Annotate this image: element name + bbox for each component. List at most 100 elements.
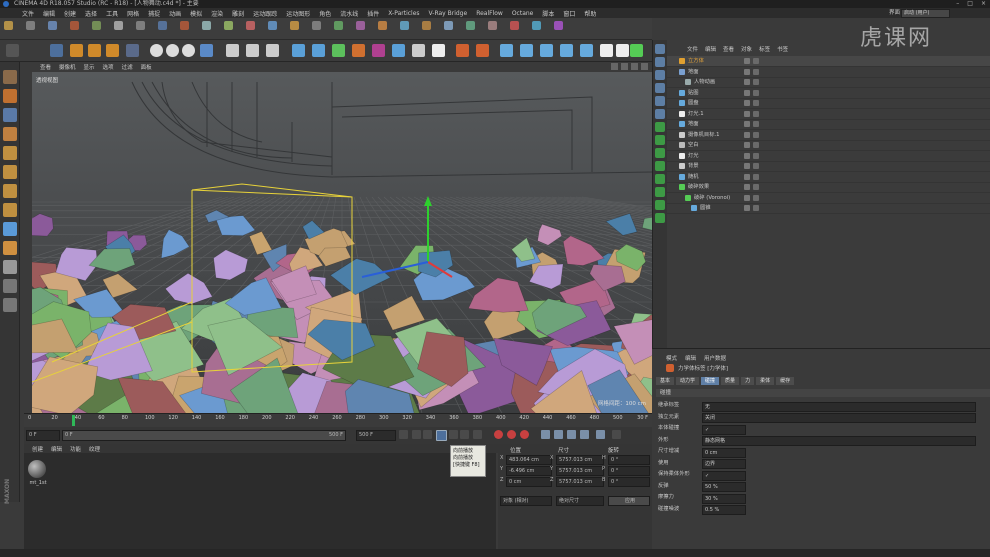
object-row[interactable]: 随机: [667, 172, 990, 183]
object-menu-item[interactable]: 书签: [777, 45, 788, 53]
heart-icon[interactable]: [600, 44, 613, 57]
toolbar-icon[interactable]: [356, 21, 365, 30]
x-axis-icon[interactable]: [150, 44, 163, 57]
key-param-button[interactable]: [580, 430, 589, 439]
goto-start-button[interactable]: [399, 430, 408, 439]
attribute-tab[interactable]: 缓存: [776, 377, 795, 385]
attributes-tab-icon[interactable]: [655, 96, 665, 106]
object-row[interactable]: 背景: [667, 161, 990, 172]
key-scale-button[interactable]: [567, 430, 576, 439]
rotate-icon[interactable]: [106, 44, 119, 57]
menu-item[interactable]: Octane: [512, 10, 534, 17]
menu-item[interactable]: 捕捉: [148, 9, 160, 18]
material-menu-item[interactable]: 编辑: [51, 445, 62, 453]
enable-toggle[interactable]: [753, 110, 759, 117]
menu-item[interactable]: 动画: [169, 9, 181, 18]
edges-mode-icon[interactable]: [3, 165, 17, 179]
pen-icon[interactable]: [312, 44, 325, 57]
object-row[interactable]: 灯光.1: [667, 109, 990, 120]
attribute-tab[interactable]: 动力学: [676, 377, 700, 385]
object-row[interactable]: 破碎 (Voronoi): [667, 193, 990, 204]
enable-toggle[interactable]: [753, 152, 759, 159]
start-frame-field[interactable]: 0 F: [26, 430, 60, 441]
enable-toggle[interactable]: [753, 79, 759, 85]
attribute-tab[interactable]: 力: [741, 377, 755, 385]
menu-item[interactable]: X-Particles: [388, 10, 419, 17]
menu-item[interactable]: 工具: [106, 9, 118, 18]
attribute-field-value[interactable]: ✓: [702, 470, 746, 481]
toolbar-icon[interactable]: [158, 21, 167, 30]
object-row[interactable]: 破碎效果: [667, 182, 990, 193]
layers-tab-icon[interactable]: [655, 83, 665, 93]
enable-toggle[interactable]: [753, 121, 759, 127]
menu-item[interactable]: 窗口: [563, 9, 575, 18]
goto-end-button[interactable]: [473, 430, 482, 439]
layout-select[interactable]: 启动 (用户): [901, 9, 950, 18]
minimize-button[interactable]: –: [956, 0, 959, 8]
rotate-view-icon[interactable]: [631, 63, 638, 70]
visibility-toggle[interactable]: [744, 68, 750, 75]
visibility-toggle[interactable]: [744, 58, 750, 64]
toolbar-icon[interactable]: [224, 21, 233, 30]
toolbar-icon[interactable]: [92, 21, 101, 30]
visibility-toggle[interactable]: [744, 152, 750, 159]
toolbar-icon[interactable]: [70, 21, 79, 30]
attribute-menu-item[interactable]: 编辑: [685, 354, 696, 362]
menu-item[interactable]: 模拟: [190, 9, 202, 18]
y-axis-icon[interactable]: [166, 44, 179, 57]
next-frame-button[interactable]: [449, 430, 458, 439]
object-row[interactable]: 圆锥: [667, 203, 990, 214]
enable-toggle[interactable]: [753, 194, 759, 201]
key-position-button[interactable]: [541, 430, 550, 439]
object-menu-item[interactable]: 编辑: [705, 45, 716, 53]
toolbar-icon[interactable]: [4, 21, 13, 30]
toolbar-icon[interactable]: [422, 21, 431, 30]
attribute-tab[interactable]: 基本: [656, 377, 675, 385]
render-settings-icon[interactable]: [266, 44, 279, 57]
toolbar-icon[interactable]: [488, 21, 497, 30]
toggle-view-icon[interactable]: [641, 63, 648, 70]
toolbar-icon[interactable]: [26, 21, 35, 30]
tweak-icon[interactable]: [3, 222, 17, 236]
toolbar-icon[interactable]: [334, 21, 343, 30]
timeline-ruler[interactable]: 30 F 0 20 40 60 80 100 120 140 160 180 200 220 240 26…: [24, 413, 652, 427]
toolbar-icon[interactable]: [114, 21, 123, 30]
object-menu-item[interactable]: 文件: [687, 45, 698, 53]
toolbar-icon[interactable]: [312, 21, 321, 30]
frame-range-slider[interactable]: 0 F 500 F: [62, 430, 346, 441]
menu-item[interactable]: 插件: [367, 9, 379, 18]
attribute-field-value[interactable]: ✓: [702, 424, 746, 435]
attribute-field-value[interactable]: 0.5 %: [702, 505, 746, 515]
toolbar-icon[interactable]: [378, 21, 387, 30]
object-row[interactable]: 圆盘: [667, 98, 990, 109]
scale-icon[interactable]: [88, 44, 101, 57]
toolbar-icon[interactable]: [444, 21, 453, 30]
coord-mode-select[interactable]: 对象 (相对): [500, 496, 552, 506]
object-menu-item[interactable]: 查看: [723, 45, 734, 53]
settings-gear-icon[interactable]: [630, 44, 643, 57]
toolbar-icon[interactable]: [554, 21, 563, 30]
floor-icon[interactable]: [392, 44, 405, 57]
visibility-toggle[interactable]: [744, 131, 750, 138]
points-mode-icon[interactable]: [3, 146, 17, 160]
menu-item[interactable]: 运动跟踪: [253, 9, 277, 18]
xp-emitter-icon[interactable]: [456, 44, 469, 57]
srf-button[interactable]: [655, 161, 665, 171]
z-axis-icon[interactable]: [182, 44, 195, 57]
toolbar-icon[interactable]: [246, 21, 255, 30]
autokey-button[interactable]: [507, 430, 516, 439]
visibility-toggle[interactable]: [744, 173, 750, 180]
object-row[interactable]: 贴图: [667, 88, 990, 99]
attribute-field-value[interactable]: 0 cm: [702, 447, 746, 458]
object-row[interactable]: 地面: [667, 67, 990, 78]
world-coord-icon[interactable]: [200, 44, 213, 57]
objects-tab-icon[interactable]: [655, 44, 665, 54]
move-icon[interactable]: [70, 44, 83, 57]
coord-size-field[interactable]: 5757.013 cm: [556, 466, 604, 476]
toolbar-icon[interactable]: [290, 21, 299, 30]
menu-item[interactable]: V-Ray Bridge: [429, 10, 468, 17]
menu-item[interactable]: 渲染: [211, 9, 223, 18]
viewport-menu-item[interactable]: 选项: [103, 63, 114, 71]
polygons-mode-icon[interactable]: [3, 184, 17, 198]
viewport-menu-item[interactable]: 过滤: [122, 63, 133, 71]
